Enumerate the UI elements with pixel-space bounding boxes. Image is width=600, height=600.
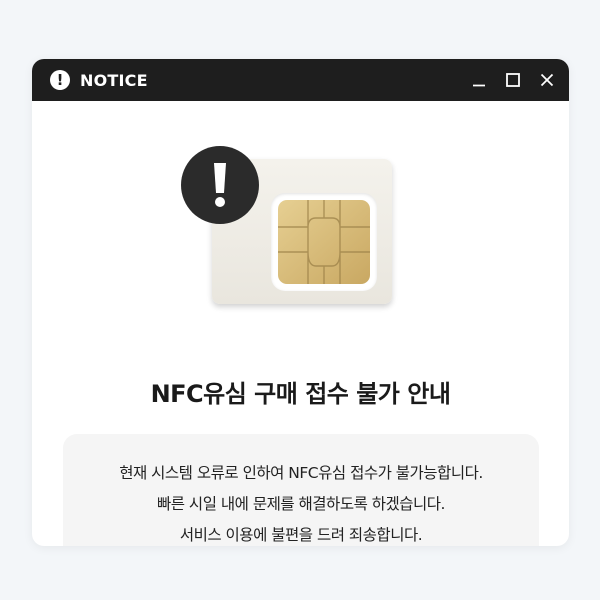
title-bar: ! NOTICE	[32, 59, 569, 101]
maximize-icon[interactable]	[505, 72, 521, 88]
notice-heading: NFC유심 구매 접수 불가 안내	[150, 380, 451, 408]
notice-window: ! NOTICE NFC유심 구매 접수 불가 안내 현재 시스템 오류로 인하…	[32, 59, 569, 546]
minimize-icon[interactable]	[471, 72, 487, 88]
sim-chip-frame	[271, 193, 377, 291]
exclamation-circle-icon: !	[50, 70, 70, 90]
notice-content: NFC유심 구매 접수 불가 안내 현재 시스템 오류로 인하여 NFC유심 접…	[32, 101, 569, 546]
message-line: 현재 시스템 오류로 인하여 NFC유심 접수가 불가능합니다.	[119, 464, 483, 482]
message-line: 서비스 이용에 불편을 드려 죄송합니다.	[179, 526, 423, 544]
exclamation-icon	[214, 163, 226, 207]
window-title: NOTICE	[80, 70, 148, 90]
sim-chip-icon	[278, 200, 370, 284]
message-line: 빠른 시일 내에 문제를 해결하도록 하겠습니다.	[156, 495, 446, 513]
window-controls	[471, 72, 555, 88]
alert-badge-icon	[181, 146, 259, 224]
message-box: 현재 시스템 오류로 인하여 NFC유심 접수가 불가능합니다. 빠른 시일 내…	[63, 434, 539, 546]
close-icon[interactable]	[539, 72, 555, 88]
